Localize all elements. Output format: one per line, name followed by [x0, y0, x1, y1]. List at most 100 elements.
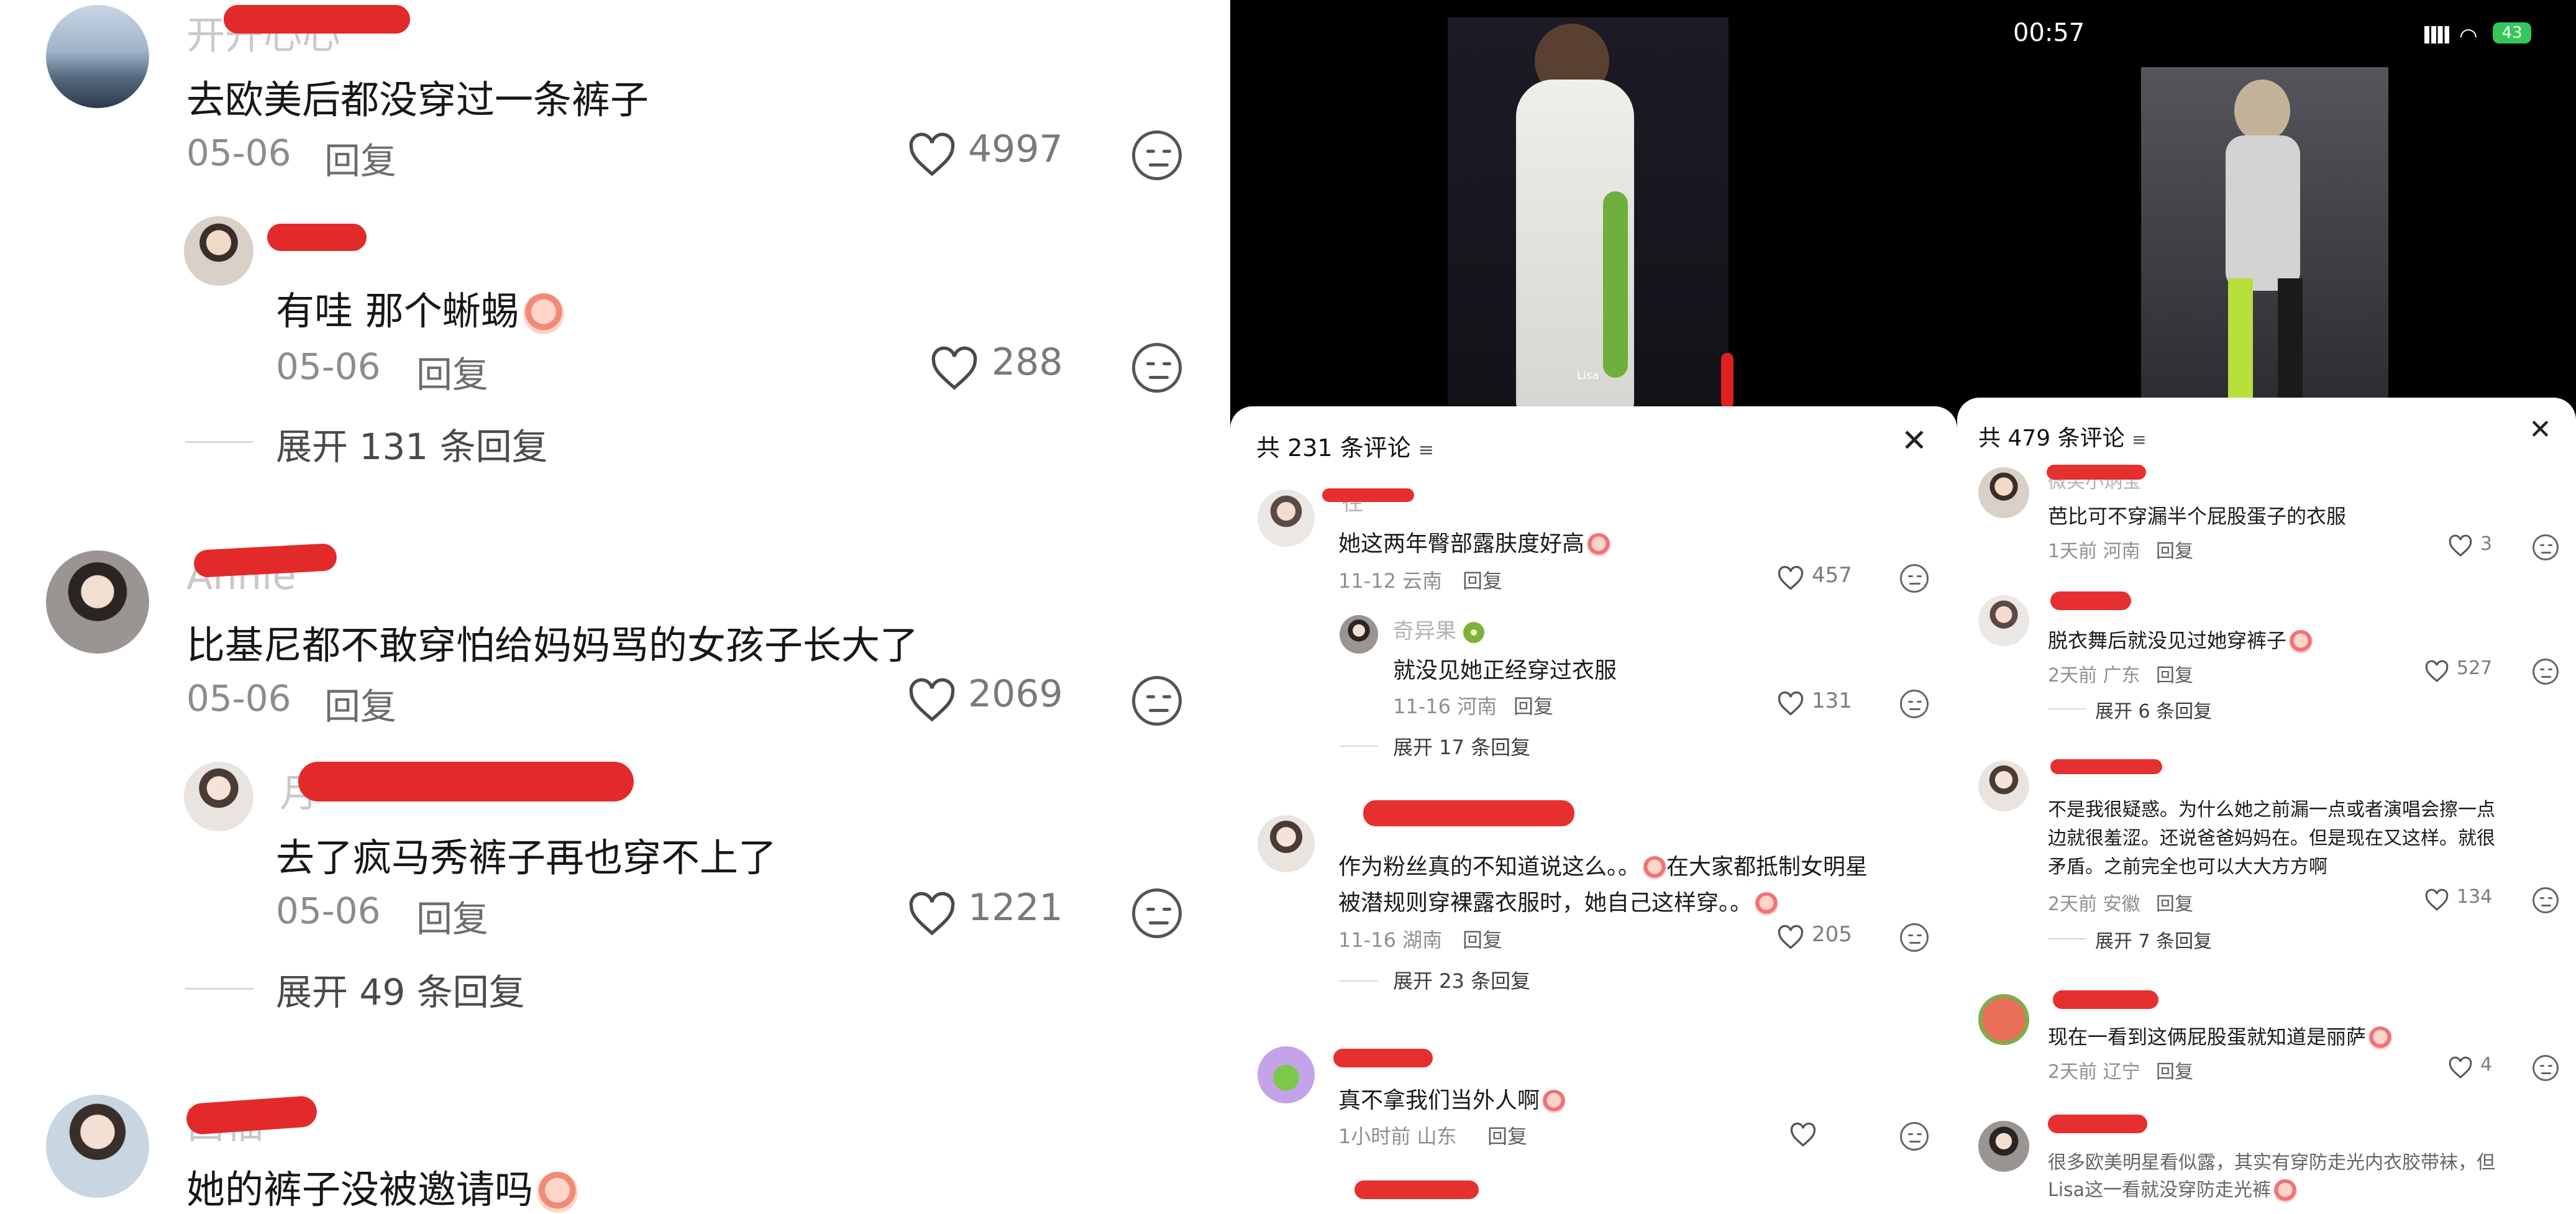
expand-replies-button[interactable]: 展开 131 条回复 — [276, 418, 548, 470]
reply-button[interactable]: 回复 — [416, 345, 488, 398]
comment-text-line2: 边就很羞涩。还说爸爸妈妈在。但是现在又这样。就很 — [2048, 828, 2495, 849]
redaction-mark — [267, 224, 367, 251]
divider — [1340, 980, 1378, 982]
reply-button[interactable]: 回复 — [324, 132, 396, 184]
heart-icon[interactable] — [907, 891, 957, 938]
comment-text: 她这两年臀部露肤度好高 — [1338, 526, 1611, 558]
dislike-face-icon[interactable] — [1132, 130, 1182, 180]
close-icon[interactable]: ✕ — [1901, 422, 1927, 459]
dislike-face-icon[interactable] — [1132, 343, 1182, 393]
divider — [2048, 708, 2086, 710]
reply-button[interactable]: 回复 — [2156, 536, 2193, 563]
dislike-face-icon[interactable] — [1132, 888, 1182, 938]
dislike-face-icon[interactable] — [2533, 1055, 2559, 1081]
filter-icon[interactable]: ≡ — [1418, 439, 1434, 461]
comment-meta: 2天前 辽宁 — [2048, 1061, 2140, 1083]
comment-text: 她的裤子没被邀请吗 — [186, 1158, 578, 1214]
comment-meta: 11-16 湖南 — [1338, 928, 1443, 952]
close-icon[interactable]: ✕ — [2529, 414, 2552, 445]
reply-button[interactable]: 回复 — [1487, 1121, 1527, 1149]
heart-icon[interactable] — [2448, 534, 2473, 558]
redaction-mark — [1354, 1180, 1479, 1199]
avatar[interactable] — [1978, 994, 2029, 1045]
avatar[interactable] — [1978, 467, 2029, 518]
reply-text: 有哇 那个蜥蜴 — [276, 280, 564, 335]
expand-replies-button[interactable]: 展开 6 条回复 — [2095, 696, 2212, 723]
comment-sheet: 共 479 条评论 ≡ ✕ 微笑小炳宝 芭比可不穿漏半个屁股蛋子的衣服 1天前 … — [1957, 398, 2576, 1208]
avatar[interactable] — [46, 550, 149, 654]
reply-text: 就没见她正经穿过衣服 — [1393, 658, 1617, 683]
dislike-face-icon[interactable] — [1900, 923, 1929, 952]
avatar[interactable] — [1258, 815, 1315, 872]
crying-emoji-icon — [1587, 533, 1611, 557]
commenter-name[interactable]: 奇异果 — [1393, 614, 1484, 644]
video-frame: Lisa — [1448, 17, 1733, 415]
expand-replies-button[interactable]: 展开 49 条回复 — [276, 963, 525, 1015]
filter-icon[interactable]: ≡ — [2132, 429, 2146, 450]
like-count: 4997 — [968, 127, 1063, 171]
kiwi-emoji-icon — [1463, 621, 1484, 643]
heart-icon[interactable] — [907, 677, 957, 724]
expand-replies-button[interactable]: 展开 23 条回复 — [1393, 965, 1530, 994]
avatar[interactable] — [46, 5, 149, 108]
avatar[interactable] — [1258, 490, 1315, 547]
battery-icon: 43 — [2493, 22, 2531, 43]
like-count: 4 — [2480, 1054, 2493, 1075]
reply-button[interactable]: 回复 — [1514, 691, 1553, 719]
avatar[interactable] — [1340, 615, 1378, 654]
comment-sheet: 共 231 条评论 ≡ ✕ 往 她这两年臀部露肤度好高 11-12 云南 回复 … — [1230, 406, 1957, 1208]
angry-emoji-icon — [2368, 1026, 2393, 1050]
heart-icon[interactable] — [2448, 1056, 2473, 1080]
comment-meta: 2天前 安徽 — [2048, 893, 2140, 915]
dislike-face-icon[interactable] — [1900, 1122, 1929, 1151]
avatar[interactable] — [1258, 1046, 1315, 1103]
reply-button[interactable]: 回复 — [2156, 1056, 2193, 1084]
comment-text: 去欧美后都没穿过一条裤子 — [186, 77, 649, 122]
reply-button[interactable]: 回复 — [324, 677, 396, 729]
heart-icon[interactable] — [1777, 565, 1804, 591]
avatar[interactable] — [184, 762, 253, 831]
dislike-face-icon[interactable] — [1900, 690, 1929, 718]
video-player-middle[interactable]: Lisa 共 231 条评论 ≡ ✕ 往 她这两年臀部露肤度好高 11-12 云… — [1230, 0, 1957, 1208]
redaction-mark — [224, 5, 410, 34]
dislike-face-icon[interactable] — [1900, 564, 1929, 593]
reply-button[interactable]: 回复 — [2156, 660, 2193, 687]
comment-text: 很多欧美明星看似露，其实有穿防走光内衣胶带袜，但 — [2048, 1152, 2495, 1174]
heart-icon[interactable] — [1789, 1122, 1817, 1148]
expand-replies-button[interactable]: 展开 17 条回复 — [1393, 732, 1530, 760]
comment-date: 05-06 — [186, 677, 291, 719]
redaction-mark — [193, 543, 337, 578]
video-player-right[interactable]: 00:57 ◠ 43 共 479 条评论 ≡ ✕ 微笑小炳宝 芭比可不穿漏半个屁… — [1957, 0, 2576, 1208]
avatar[interactable] — [1978, 1121, 2029, 1172]
video-frame — [2141, 67, 2388, 403]
avatar[interactable] — [1978, 595, 2029, 646]
crying-emoji-icon — [2273, 1179, 2298, 1203]
expand-replies-button[interactable]: 展开 7 条回复 — [2095, 926, 2212, 953]
angry-emoji-icon — [2289, 630, 2313, 654]
heart-icon[interactable] — [2424, 660, 2449, 683]
like-count: 288 — [992, 340, 1063, 384]
dislike-face-icon[interactable] — [2533, 659, 2559, 685]
reply-button[interactable]: 回复 — [1463, 565, 1502, 594]
redaction-mark — [2053, 990, 2158, 1009]
heart-icon[interactable] — [907, 132, 957, 179]
like-count: 1221 — [968, 886, 1063, 929]
heart-icon[interactable] — [1777, 924, 1804, 951]
heart-icon[interactable] — [2424, 888, 2449, 912]
avatar[interactable] — [46, 1095, 149, 1198]
avatar[interactable] — [1978, 760, 2029, 811]
comment-text: 作为粉丝真的不知道说这么。。 在大家都抵制女明星 — [1338, 854, 1868, 880]
reply-button[interactable]: 回复 — [416, 890, 488, 942]
reply-button[interactable]: 回复 — [2156, 888, 2193, 916]
dislike-face-icon[interactable] — [2533, 887, 2559, 913]
comment-text-line2: Lisa这一看就没穿防走光裤 — [2048, 1174, 2298, 1203]
heart-icon[interactable] — [1777, 691, 1804, 717]
avatar[interactable] — [184, 216, 253, 286]
like-count: 205 — [1812, 922, 1852, 947]
like-count: 3 — [2480, 533, 2493, 555]
like-count: 131 — [1812, 688, 1852, 713]
reply-button[interactable]: 回复 — [1463, 924, 1502, 953]
dislike-face-icon[interactable] — [2533, 534, 2559, 560]
heart-icon[interactable] — [929, 345, 979, 393]
dislike-face-icon[interactable] — [1132, 676, 1182, 726]
